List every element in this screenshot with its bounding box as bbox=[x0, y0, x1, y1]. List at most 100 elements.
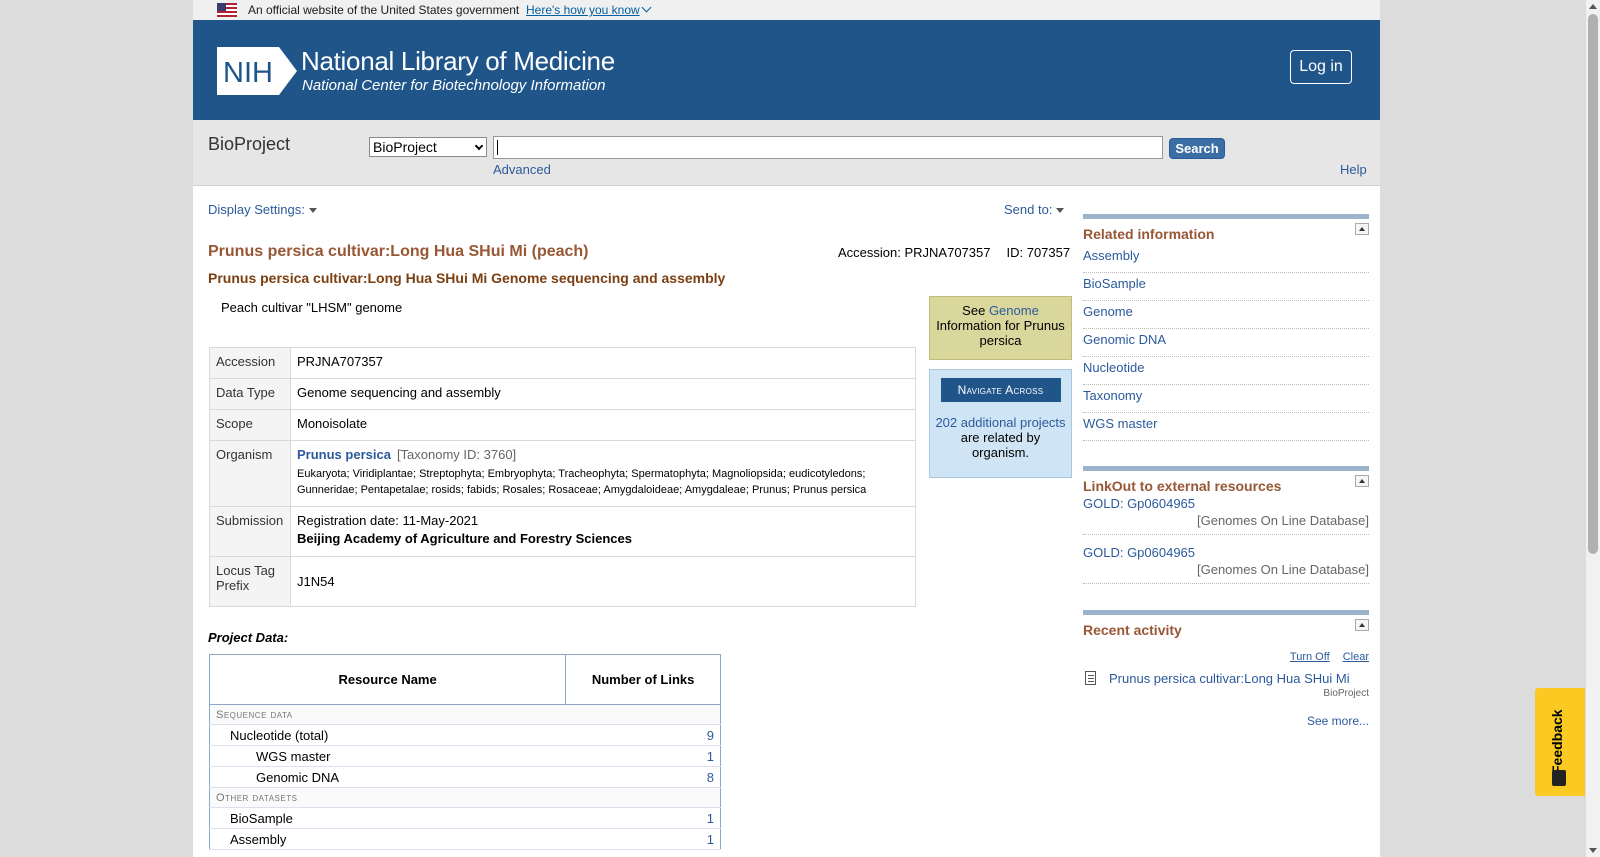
dropdown-arrow-icon bbox=[1056, 208, 1065, 214]
table-row: Locus Tag Prefix J1N54 bbox=[209, 556, 916, 607]
link-count[interactable]: 9 bbox=[565, 724, 721, 746]
table-row: Organism Prunus persica [Taxonomy ID: 376… bbox=[209, 440, 916, 507]
link-count[interactable]: 8 bbox=[565, 766, 721, 788]
link-count-link[interactable]: 1 bbox=[707, 811, 714, 826]
accession-text: Accession: PRJNA707357 bbox=[838, 245, 991, 260]
clear-link[interactable]: Clear bbox=[1343, 651, 1369, 663]
locus-tag-value: J1N54 bbox=[290, 556, 916, 607]
dropdown-arrow-icon bbox=[308, 208, 317, 214]
scrollbar-thumb[interactable] bbox=[1588, 14, 1598, 554]
link-count-link[interactable]: 1 bbox=[707, 832, 714, 847]
linkout-link[interactable]: GOLD: Gp0604965 bbox=[1083, 545, 1195, 560]
list-item: WGS master bbox=[1083, 413, 1369, 441]
genome-info-box: See Genome Information for Prunus persic… bbox=[929, 296, 1072, 360]
record-description: Peach cultivar "LHSM" genome bbox=[221, 300, 403, 315]
organism-cell: Prunus persica [Taxonomy ID: 3760] Eukary… bbox=[290, 440, 916, 507]
related-link-wgs-master[interactable]: WGS master bbox=[1083, 416, 1157, 431]
recent-activity-item: Prunus persica cultivar:Long Hua SHui Mi… bbox=[1083, 671, 1369, 699]
record-subtitle: Prunus persica cultivar:Long Hua SHui Mi… bbox=[208, 270, 726, 286]
navigate-across-box: Navigate Across 202 additional projects … bbox=[929, 369, 1072, 478]
data-type-value: Genome sequencing and assembly bbox=[290, 378, 916, 410]
collapse-icon[interactable] bbox=[1355, 475, 1369, 487]
link-count-link[interactable]: 1 bbox=[707, 749, 714, 764]
resource-name: Genomic DNA bbox=[209, 766, 566, 788]
resource-name: Assembly bbox=[209, 828, 566, 850]
database-title[interactable]: BioProject bbox=[208, 134, 290, 155]
additional-projects-link[interactable]: 202 additional projects bbox=[935, 415, 1065, 430]
search-input[interactable] bbox=[493, 136, 1163, 159]
nih-logo[interactable]: NIH bbox=[217, 47, 299, 95]
row-label: Data Type bbox=[209, 378, 291, 410]
genome-link[interactable]: Genome bbox=[989, 303, 1039, 318]
row-label: Submission bbox=[209, 506, 291, 557]
send-to-menu[interactable]: Send to: bbox=[1004, 202, 1065, 217]
organism-link[interactable]: Prunus persica bbox=[297, 447, 391, 462]
linkout-source: [Genomes On Line Database] bbox=[1197, 513, 1369, 528]
table-row: Submission Registration date: 11-May-202… bbox=[209, 506, 916, 557]
related-link-assembly[interactable]: Assembly bbox=[1083, 248, 1139, 263]
portlet-bar bbox=[1083, 466, 1369, 471]
heres-how-you-know-link[interactable]: Here's how you know bbox=[526, 2, 652, 17]
related-link-genomic-dna[interactable]: Genomic DNA bbox=[1083, 332, 1166, 347]
record-title: Prunus persica cultivar:Long Hua SHui Mi… bbox=[208, 243, 589, 260]
organism-lineage: Eukaryota; Viridiplantae; Streptophyta; … bbox=[297, 468, 867, 496]
scroll-up-arrow-icon[interactable] bbox=[1589, 4, 1597, 9]
table-row: Genomic DNA 8 bbox=[209, 766, 721, 788]
table-row: BioSample 1 bbox=[209, 807, 721, 829]
submitter-organization: Beijing Academy of Agriculture and Fores… bbox=[297, 531, 632, 546]
see-more-link-wrap: See more... bbox=[1083, 714, 1369, 728]
nlm-title[interactable]: National Library of Medicine bbox=[301, 46, 615, 77]
list-item: Genomic DNA bbox=[1083, 329, 1369, 357]
list-item: GOLD: Gp0604965 [Genomes On Line Databas… bbox=[1083, 543, 1369, 584]
advanced-search-link[interactable]: Advanced bbox=[493, 162, 551, 177]
search-bar: BioProject BioProject Search Advanced He… bbox=[193, 120, 1380, 186]
turn-off-link[interactable]: Turn Off bbox=[1290, 651, 1330, 663]
table-header-row: Resource Name Number of Links bbox=[208, 654, 721, 705]
database-select[interactable]: BioProject bbox=[369, 137, 487, 157]
recent-activity-portlet: Recent activity Turn Off Clear Prunus pe… bbox=[1083, 610, 1369, 728]
recent-activity-link[interactable]: Prunus persica cultivar:Long Hua SHui Mi bbox=[1109, 671, 1350, 686]
display-settings-menu[interactable]: Display Settings: bbox=[208, 202, 317, 217]
see-more-link[interactable]: See more... bbox=[1307, 714, 1369, 728]
link-count-link[interactable]: 8 bbox=[707, 770, 714, 785]
link-count-link[interactable]: 9 bbox=[707, 728, 714, 743]
table-row: Nucleotide (total) 9 bbox=[209, 724, 721, 746]
nih-logo-text: NIH bbox=[223, 57, 273, 89]
help-link[interactable]: Help bbox=[1340, 162, 1367, 177]
navigate-across-button[interactable]: Navigate Across bbox=[940, 378, 1061, 402]
link-count[interactable]: 1 bbox=[565, 807, 721, 829]
registration-date: Registration date: 11-May-2021 bbox=[297, 513, 479, 528]
linkout-source: [Genomes On Line Database] bbox=[1197, 562, 1369, 577]
related-link-nucleotide[interactable]: Nucleotide bbox=[1083, 360, 1144, 375]
row-label: Scope bbox=[209, 409, 291, 441]
table-row: Scope Monoisolate bbox=[209, 409, 916, 441]
collapse-icon[interactable] bbox=[1355, 223, 1369, 235]
linkout-link[interactable]: GOLD: Gp0604965 bbox=[1083, 496, 1195, 511]
recent-activity-controls: Turn Off Clear bbox=[1083, 651, 1369, 663]
collapse-icon[interactable] bbox=[1355, 619, 1369, 631]
related-link-taxonomy[interactable]: Taxonomy bbox=[1083, 388, 1142, 403]
row-label: Accession bbox=[209, 347, 291, 379]
row-label: Locus Tag Prefix bbox=[209, 556, 291, 607]
list-item: Assembly bbox=[1083, 245, 1369, 273]
accession-value: PRJNA707357 bbox=[290, 347, 916, 379]
portlet-bar bbox=[1083, 610, 1369, 615]
page: An official website of the United States… bbox=[193, 0, 1380, 857]
link-count[interactable]: 1 bbox=[565, 745, 721, 767]
related-information-list: Assembly BioSample Genome Genomic DNA Nu… bbox=[1083, 245, 1369, 441]
vertical-scrollbar[interactable] bbox=[1586, 0, 1600, 857]
resource-name: Nucleotide (total) bbox=[209, 724, 566, 746]
list-item: Taxonomy bbox=[1083, 385, 1369, 413]
list-item: Nucleotide bbox=[1083, 357, 1369, 385]
related-link-biosample[interactable]: BioSample bbox=[1083, 276, 1146, 291]
resource-name: BioSample bbox=[209, 807, 566, 829]
search-button[interactable]: Search bbox=[1169, 138, 1225, 159]
login-button[interactable]: Log in bbox=[1290, 50, 1352, 84]
related-link-genome[interactable]: Genome bbox=[1083, 304, 1133, 319]
portlet-bar bbox=[1083, 214, 1369, 219]
link-count[interactable]: 1 bbox=[565, 828, 721, 850]
related-information-portlet: Related information Assembly BioSample G… bbox=[1083, 214, 1369, 441]
recent-activity-db: BioProject bbox=[1323, 688, 1369, 699]
feedback-button[interactable]: Feedback bbox=[1535, 688, 1585, 796]
scroll-down-arrow-icon[interactable] bbox=[1589, 848, 1597, 853]
